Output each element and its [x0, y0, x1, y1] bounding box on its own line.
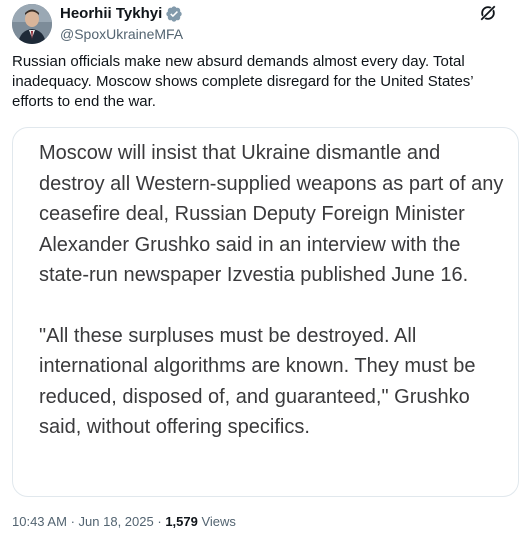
grok-icon[interactable]	[479, 4, 497, 22]
author-handle[interactable]: @SpoxUkraineMFA	[60, 25, 183, 43]
avatar[interactable]	[12, 4, 52, 44]
author-name[interactable]: Heorhii Tykhyi	[60, 4, 162, 24]
meta-separator: ·	[157, 514, 162, 529]
quoted-image-text: Moscow will insist that Ukraine dismantl…	[39, 138, 509, 443]
verified-badge-icon[interactable]	[165, 5, 183, 23]
author-name-row: Heorhii Tykhyi	[60, 4, 183, 24]
views-count[interactable]: 1,579	[165, 514, 198, 529]
meta-separator: ·	[70, 514, 75, 529]
author-block: Heorhii Tykhyi @SpoxUkraineMFA	[60, 4, 183, 43]
quoted-image-card[interactable]: Moscow will insist that Ukraine dismantl…	[12, 127, 519, 497]
views-label[interactable]: Views	[201, 514, 235, 529]
avatar-image	[12, 4, 52, 44]
tweet-meta: 10:43 AM · Jun 18, 2025 · 1,579 Views	[12, 513, 236, 531]
tweet-date[interactable]: Jun 18, 2025	[79, 514, 154, 529]
tweet-text: Russian officials make new absurd demand…	[12, 53, 474, 110]
quote-paragraph-1: Moscow will insist that Ukraine dismantl…	[39, 142, 504, 286]
tweet-time[interactable]: 10:43 AM	[12, 514, 67, 529]
quote-paragraph-2: "All these surpluses must be destroyed. …	[39, 324, 476, 439]
